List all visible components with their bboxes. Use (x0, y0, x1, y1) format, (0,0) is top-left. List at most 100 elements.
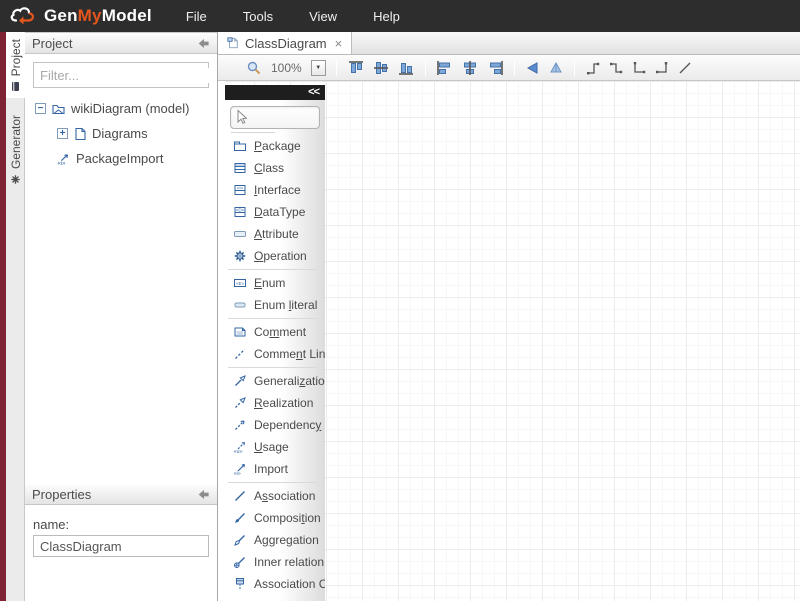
palette-item-import[interactable]: «i» Import (225, 458, 325, 480)
palette-item-dependency[interactable]: Dependency (225, 414, 325, 436)
collapse-properties-panel-icon[interactable] (197, 488, 210, 501)
package-icon (233, 139, 247, 153)
tree-collapse-toggle[interactable]: − (35, 103, 46, 114)
align-top-button[interactable] (347, 60, 365, 76)
toolbar-separator (514, 60, 515, 76)
tab-close-icon[interactable]: × (335, 36, 343, 51)
left-panel: Project − wikiDiagram (model) + (25, 32, 218, 601)
palette-item-label: Composition (254, 511, 321, 525)
association-icon (233, 489, 247, 503)
flip-horizontal-button[interactable] (525, 60, 541, 76)
menu-file[interactable]: File (182, 5, 211, 28)
palette-item-usage[interactable]: «u» Usage (225, 436, 325, 458)
palette-item-attribute[interactable]: Attribute (225, 223, 325, 245)
usage-icon: «u» (233, 440, 247, 454)
palette-item-label: Inner relation (254, 555, 324, 569)
diagrams-file-icon (73, 127, 87, 141)
cursor-icon (234, 109, 250, 126)
diagram-toolbar: 100% ▼ (218, 55, 800, 81)
palette-item-label: Association (254, 489, 315, 503)
palette-item-class[interactable]: Class (225, 157, 325, 179)
palette-item-composition[interactable]: Composition (225, 507, 325, 529)
palette-item-comment-link[interactable]: Comment Link (225, 343, 325, 365)
palette-item-package[interactable]: Package (225, 135, 325, 157)
palette-item-enum[interactable]: «E» Enum (225, 272, 325, 294)
selection-tool-button[interactable] (230, 106, 320, 129)
tree-row-diagrams[interactable]: + Diagrams (25, 121, 217, 146)
palette-item-association[interactable]: Association (225, 485, 325, 507)
zoom-dropdown-button[interactable]: ▼ (311, 60, 326, 76)
diagram-tabbar: ClassDiagram × (218, 32, 800, 55)
project-tree: − wikiDiagram (model) + Diagrams (25, 96, 217, 171)
comment-link-icon (233, 347, 247, 361)
align-left-button[interactable] (436, 60, 454, 76)
brand-logo: GenMyModel (8, 5, 152, 27)
tab-label: ClassDiagram (245, 36, 327, 51)
connector-straight-button[interactable] (677, 60, 693, 76)
dependency-icon (233, 418, 247, 432)
collapse-project-panel-icon[interactable] (197, 37, 210, 50)
sidebar-tab-generator[interactable]: Generator (6, 108, 25, 191)
tree-expand-toggle[interactable]: + (57, 128, 68, 139)
project-panel-title: Project (32, 36, 72, 51)
menu-tools[interactable]: Tools (239, 5, 277, 28)
svg-text:«I»: «I» (236, 185, 243, 190)
palette-item-association-class[interactable]: Association Cl... (225, 573, 325, 595)
svg-text:«i»: «i» (233, 471, 240, 476)
tree-row-packageimport[interactable]: «i» PackageImport (25, 146, 217, 171)
align-middle-button[interactable] (372, 60, 390, 76)
palette-item-realization[interactable]: Realization (225, 392, 325, 414)
filter-input[interactable] (40, 68, 216, 83)
diagram-file-icon (227, 36, 239, 50)
tab-classdiagram[interactable]: ClassDiagram × (218, 32, 352, 54)
palette-item-label: Comment (254, 325, 306, 339)
model-folder-icon (51, 102, 66, 116)
sidebar-tab-project[interactable]: Project (6, 32, 25, 98)
palette-item-generalization[interactable]: Generalization (225, 370, 325, 392)
align-right-button[interactable] (486, 60, 504, 76)
zoom-level: 100% (271, 61, 302, 75)
palette-item-label: Import (254, 462, 288, 476)
menu-view[interactable]: View (305, 5, 341, 28)
flip-vertical-button[interactable] (548, 60, 564, 76)
brand-name: GenMyModel (44, 6, 152, 26)
align-bottom-button[interactable] (397, 60, 415, 76)
diagram-canvas[interactable]: << Package Class «I» Interface «D» (218, 81, 800, 601)
palette-item-datatype[interactable]: «D» DataType (225, 201, 325, 223)
palette-separator (228, 318, 317, 319)
connector-corner-right-button[interactable] (654, 60, 670, 76)
tree-row-model[interactable]: − wikiDiagram (model) (25, 96, 217, 121)
palette-item-comment[interactable]: Comment (225, 321, 325, 343)
align-center-button[interactable] (461, 60, 479, 76)
name-field[interactable] (33, 535, 209, 557)
palette-item-label: Generalization (254, 374, 325, 388)
connector-step-down-button[interactable] (608, 60, 624, 76)
palette-item-aggregation[interactable]: Aggregation (225, 529, 325, 551)
palette-item-enum-literal[interactable]: Enum literal (225, 294, 325, 316)
datatype-icon: «D» (233, 205, 247, 219)
palette-item-label: DataType (254, 205, 305, 219)
composition-icon (233, 511, 247, 525)
palette-collapse-button[interactable]: << (225, 85, 325, 100)
connector-step-up-button[interactable] (585, 60, 601, 76)
menu-help[interactable]: Help (369, 5, 404, 28)
palette-item-interface[interactable]: «I» Interface (225, 179, 325, 201)
zoom-icon (246, 60, 262, 76)
palette-item-label: Enum (254, 276, 285, 290)
palette-item-operation[interactable]: Operation (225, 245, 325, 267)
import-icon: «i» (233, 462, 247, 476)
svg-text:«u»: «u» (233, 449, 242, 454)
svg-text:«D»: «D» (235, 207, 244, 212)
cloud-logo-icon (8, 5, 38, 27)
connector-corner-left-button[interactable] (631, 60, 647, 76)
toolbar-separator (336, 60, 337, 76)
sidebar-tab-project-label: Project (9, 39, 23, 76)
name-field-label: name: (33, 517, 209, 532)
palette-item-label: Comment Link (254, 347, 325, 361)
palette-item-label: Aggregation (254, 533, 319, 547)
palette-separator (231, 132, 275, 133)
palette-item-inner-relation[interactable]: Inner relation (225, 551, 325, 573)
filter-box (33, 62, 209, 88)
palette-separator (228, 367, 317, 368)
palette-item-label: Association Cl... (254, 577, 325, 591)
